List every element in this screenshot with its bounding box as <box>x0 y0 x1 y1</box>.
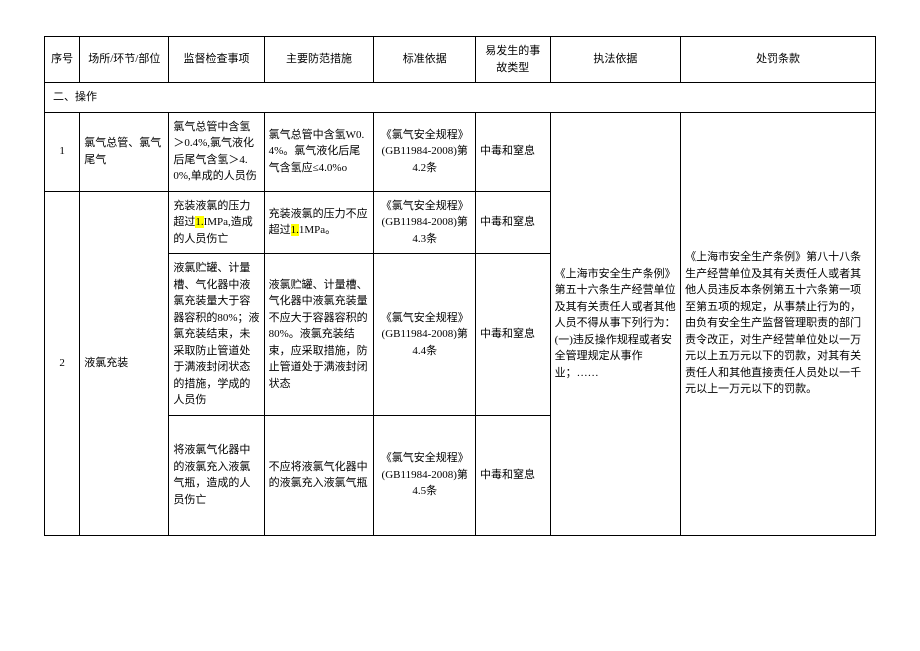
header-measure: 主要防范措施 <box>264 37 374 83</box>
cell-measure: 液氯贮罐、计量槽、气化器中液氯充装量不应大于容器容积的80%。液氯充装结束，应采… <box>264 254 374 416</box>
cell-item: 液氯贮罐、计量槽、气化器中液氯充装量大于容器容积的80%；液氯充装结束，未采取防… <box>169 254 264 416</box>
highlight: 1. <box>291 224 299 236</box>
section-row: 二、操作 <box>45 83 876 113</box>
cell-item: 充装液氯的压力超过1.IMPa,造成的人员伤亡 <box>169 191 264 254</box>
cell-accident: 中毒和窒息 <box>476 191 551 254</box>
cell-place: 液氯充装 <box>80 191 169 535</box>
header-no: 序号 <box>45 37 80 83</box>
header-law: 执法依据 <box>550 37 681 83</box>
cell-standard: 《氯气安全规程》(GB11984-2008)第4.2条 <box>374 112 476 191</box>
cell-standard: 《氯气安全规程》(GB11984-2008)第4.5条 <box>374 415 476 535</box>
section-title: 二、操作 <box>45 83 876 113</box>
header-item: 监督检查事项 <box>169 37 264 83</box>
cell-law-basis: 《上海市安全生产条例》第五十六条生产经营单位及其有关责任人或者其他人员不得从事下… <box>550 112 681 535</box>
header-row: 序号 场所/环节/部位 监督检查事项 主要防范措施 标准依据 易发生的事故类型 … <box>45 37 876 83</box>
cell-no: 2 <box>45 191 80 535</box>
cell-measure: 不应将液氯气化器中的液氯充入液氯气瓶 <box>264 415 374 535</box>
cell-item: 氯气总管中含氢＞0.4%,氯气液化后尾气含氢＞4.0%,单成的人员伤 <box>169 112 264 191</box>
header-accident: 易发生的事故类型 <box>476 37 551 83</box>
cell-accident: 中毒和窒息 <box>476 254 551 416</box>
cell-no: 1 <box>45 112 80 191</box>
header-penalty: 处罚条款 <box>681 37 876 83</box>
highlight: 1. <box>195 216 203 228</box>
cell-item: 将液氯气化器中的液氯充入液氯气瓶，造成的人员伤亡 <box>169 415 264 535</box>
cell-measure: 氯气总管中含氢W0.4%。氯气液化后尾气含氢应≤4.0%o <box>264 112 374 191</box>
cell-penalty: 《上海市安全生产条例》第八十八条生产经营单位及其有关责任人或者其他人员违反本条例… <box>681 112 876 535</box>
cell-accident: 中毒和窒息 <box>476 112 551 191</box>
header-place: 场所/环节/部位 <box>80 37 169 83</box>
cell-measure: 充装液氯的压力不应超过1.1MPa。 <box>264 191 374 254</box>
table-row: 1 氯气总管、氯气尾气 氯气总管中含氢＞0.4%,氯气液化后尾气含氢＞4.0%,… <box>45 112 876 191</box>
cell-standard: 《氯气安全规程》(GB11984-2008)第4.3条 <box>374 191 476 254</box>
safety-regulation-table: 序号 场所/环节/部位 监督检查事项 主要防范措施 标准依据 易发生的事故类型 … <box>44 36 876 536</box>
header-standard: 标准依据 <box>374 37 476 83</box>
cell-standard: 《氯气安全规程》(GB11984-2008)第4.4条 <box>374 254 476 416</box>
cell-place: 氯气总管、氯气尾气 <box>80 112 169 191</box>
cell-accident: 中毒和窒息 <box>476 415 551 535</box>
